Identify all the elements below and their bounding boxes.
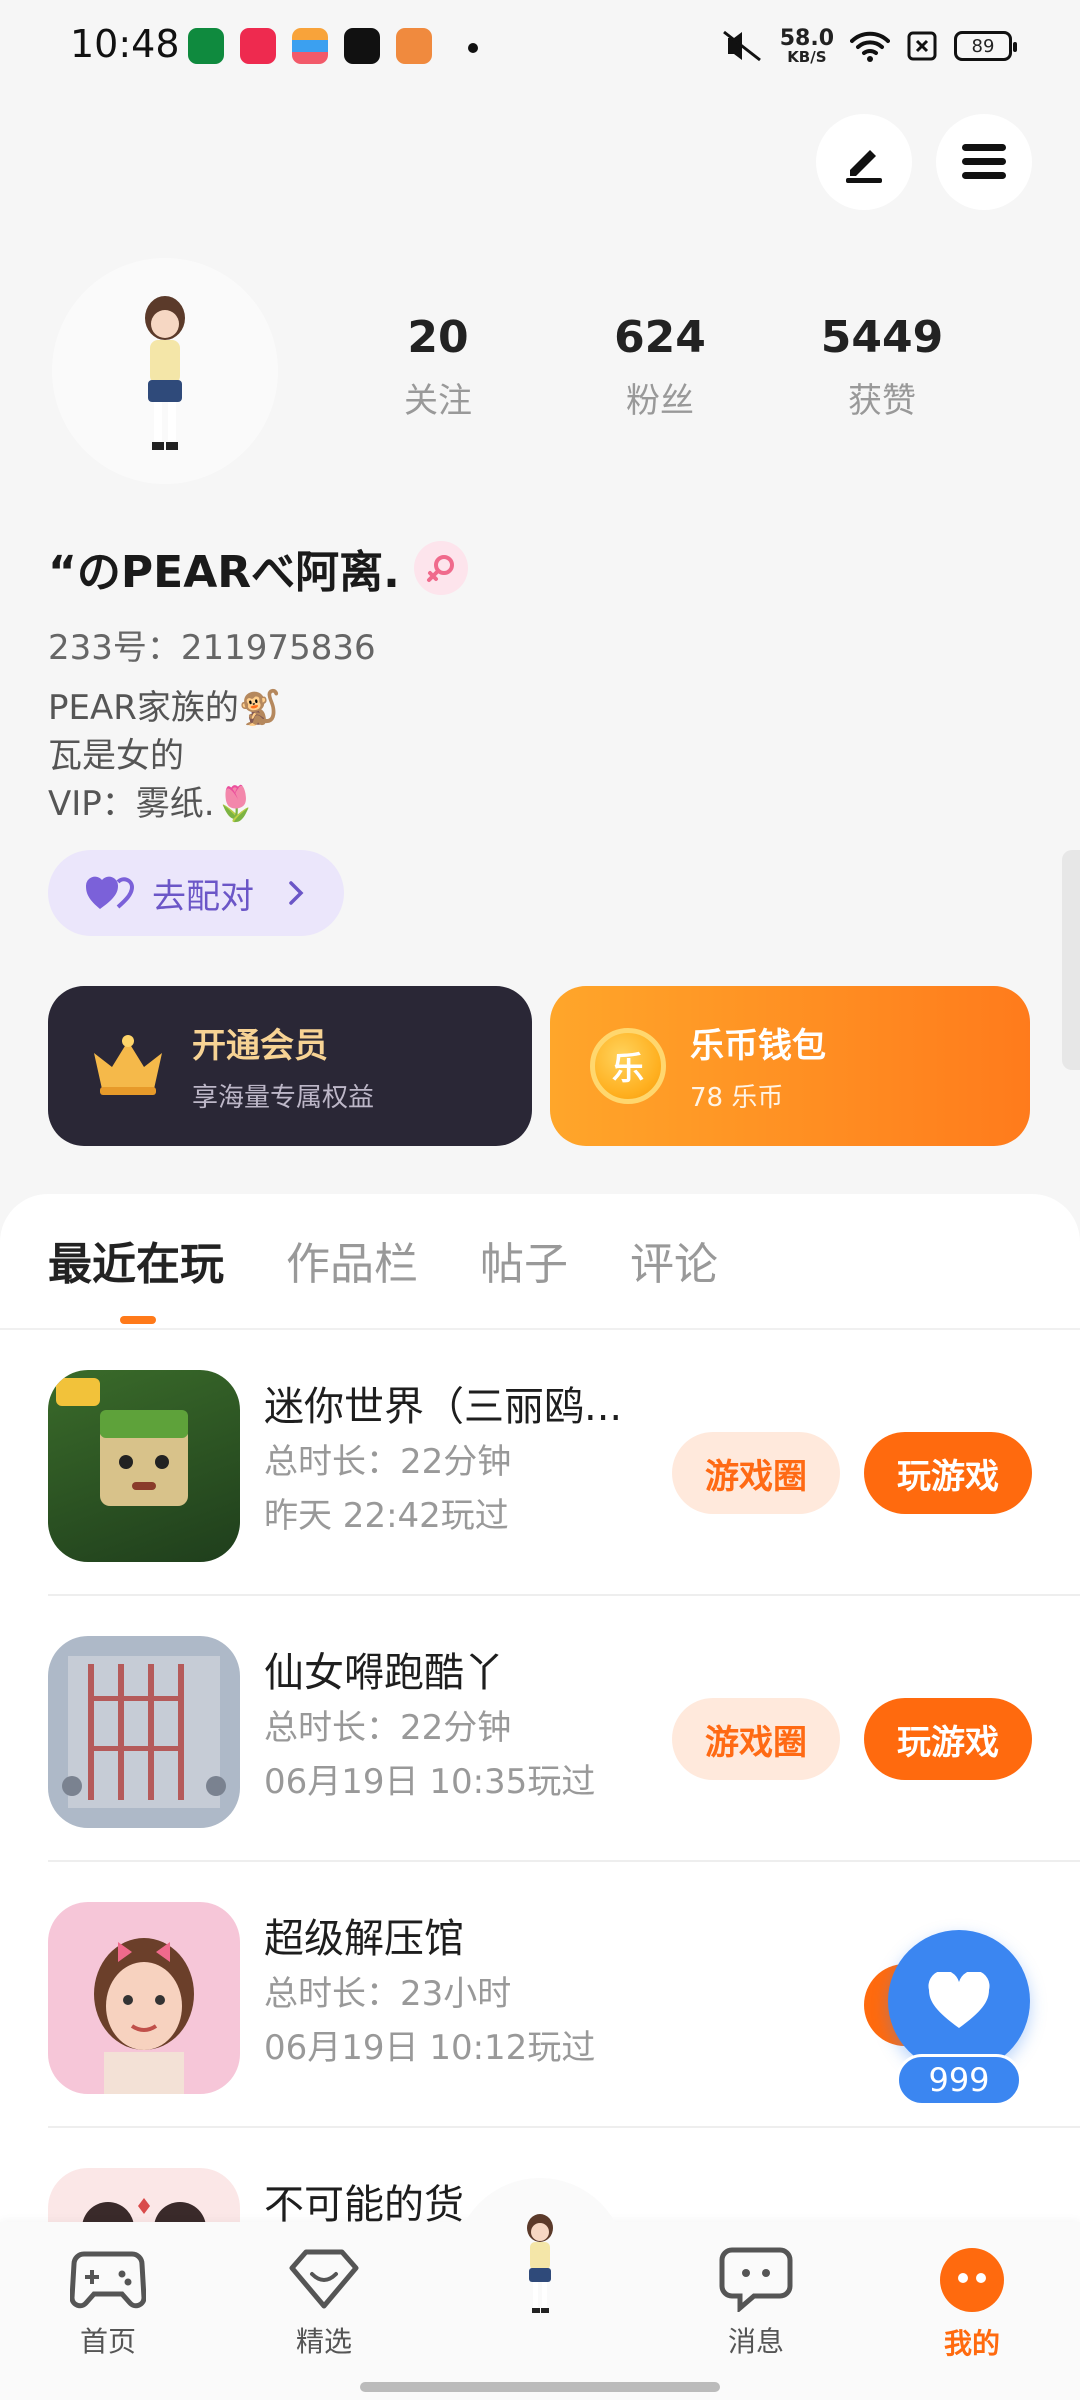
video-app-icon (344, 28, 380, 64)
double-heart-icon (85, 876, 135, 909)
menu-icon (962, 144, 1006, 179)
profile-screen: 10:48 58.0 KB/S 89 20 关注 624 粉丝 5449 获赞 … (0, 0, 1080, 2400)
nav-featured[interactable]: 精选 (264, 2246, 384, 2360)
oppo-app-icon (188, 28, 224, 64)
notification-dot (468, 43, 478, 53)
home-indicator[interactable] (360, 2382, 720, 2392)
nav-home-label: 首页 (79, 2325, 136, 2358)
center-avatar-character-icon (527, 2214, 553, 2313)
stat-fans-value: 624 (614, 312, 706, 363)
status-right: 58.0 KB/S 89 (720, 24, 1017, 68)
bio-line: VIP：雾纸.🌷 (48, 784, 257, 824)
status-time: 10:48 (70, 22, 180, 66)
wallet-card-balance: 78 乐币 (690, 1083, 784, 1113)
play-game-button[interactable]: 玩游戏 (864, 1698, 1032, 1780)
vip-card-title: 开通会员 (192, 1026, 328, 1066)
wallet-app-icon (292, 28, 328, 64)
game-title: 迷你世界（三丽鸥... (264, 1384, 623, 1430)
nav-featured-label: 精选 (295, 2325, 352, 2358)
game-title: 超级解压馆 (264, 1916, 464, 1962)
game-row[interactable]: 仙女嘚跑酷丫 总时长：22分钟 06月19日 10:35玩过 游戏圈 玩游戏 (48, 1596, 1080, 1862)
game-last-played: 06月19日 10:12玩过 (264, 2028, 596, 2068)
nav-messages-label: 消息 (727, 2325, 784, 2358)
vip-card-subtitle: 享海量专属权益 (192, 1083, 375, 1113)
like-count-badge: 999 (896, 2054, 1022, 2106)
nav-messages[interactable]: 消息 (696, 2246, 816, 2360)
gamepad-icon (69, 2251, 147, 2309)
stat-likes[interactable]: 5449 获赞 (802, 312, 962, 422)
tab-bar: 最近在玩 作品栏 帖子 评论 (48, 1228, 718, 1292)
menu-button[interactable] (936, 114, 1032, 210)
wallet-card-title: 乐币钱包 (690, 1026, 826, 1066)
nav-me[interactable]: 我的 (912, 2246, 1032, 2362)
bio-line: 瓦是女的 (48, 736, 184, 776)
net-speed: 58.0 KB/S (779, 25, 834, 66)
stat-fans[interactable]: 624 粉丝 (580, 312, 740, 422)
game-last-played: 06月19日 10:35玩过 (264, 1762, 596, 1802)
game-circle-button[interactable]: 游戏圈 (672, 1432, 840, 1514)
heart-icon (928, 1972, 990, 2028)
stat-likes-label: 获赞 (848, 381, 916, 421)
avatar[interactable] (52, 258, 278, 484)
tab-posts[interactable]: 帖子 (480, 1228, 568, 1292)
game-icon-mini-world[interactable] (48, 1370, 240, 1562)
nickname: “のPEARべ阿离. (48, 547, 400, 598)
user-id-value: 211975836 (180, 628, 376, 668)
active-tab-indicator (120, 1316, 156, 1324)
edit-pen-icon (846, 150, 882, 183)
game-duration: 总时长：22分钟 (264, 1442, 512, 1482)
book-app-icon (396, 28, 432, 64)
chevron-right-icon (289, 881, 304, 905)
user-id-label: 233号： (48, 628, 181, 668)
bio-line: PEAR家族的🐒 (48, 688, 282, 728)
nav-me-label: 我的 (943, 2327, 1000, 2360)
stat-fans-label: 粉丝 (626, 381, 694, 421)
chat-icon (719, 2247, 793, 2314)
stat-following-label: 关注 (404, 381, 472, 421)
side-scroll-handle[interactable] (1062, 850, 1080, 1070)
floating-like-button[interactable] (888, 1930, 1030, 2072)
net-speed-unit: KB/S (787, 47, 827, 66)
nav-home[interactable]: 首页 (48, 2246, 168, 2360)
stat-following-value: 20 (407, 312, 469, 363)
net-speed-value: 58.0 (779, 25, 834, 51)
edit-profile-button[interactable] (816, 114, 912, 210)
no-sim-icon (907, 31, 937, 61)
tab-recent-played[interactable]: 最近在玩 (48, 1228, 224, 1292)
xiaohongshu-app-icon (240, 28, 276, 64)
game-icon-stress-relief[interactable] (48, 1902, 240, 2094)
tab-comments[interactable]: 评论 (630, 1228, 718, 1292)
play-game-button[interactable]: 玩游戏 (864, 1432, 1032, 1514)
battery-indicator: 89 (954, 31, 1017, 61)
pair-button-label: 去配对 (152, 876, 254, 917)
wallet-card[interactable]: 乐 乐币钱包 78 乐币 (550, 986, 1030, 1146)
heart-badge-icon (289, 2249, 359, 2309)
vip-card[interactable]: 开通会员 享海量专属权益 (48, 986, 532, 1146)
tab-works[interactable]: 作品栏 (286, 1228, 418, 1292)
game-row[interactable]: 迷你世界（三丽鸥... 总时长：22分钟 昨天 22:42玩过 游戏圈 玩游戏 (48, 1330, 1080, 1596)
coin-icon: 乐 (590, 1028, 666, 1104)
game-duration: 总时长：22分钟 (264, 1708, 512, 1748)
nav-center-avatar[interactable] (454, 2178, 626, 2350)
stat-likes-value: 5449 (820, 312, 944, 363)
game-circle-button[interactable]: 游戏圈 (672, 1698, 840, 1780)
avatar-character-icon (145, 296, 185, 450)
mute-vibrate-icon (722, 30, 761, 62)
status-bar: 10:48 58.0 KB/S 89 (0, 0, 1080, 96)
me-icon (940, 2248, 1004, 2312)
wifi-icon (850, 31, 890, 62)
bio: PEAR家族的🐒 瓦是女的 VIP：雾纸.🌷 (48, 684, 281, 828)
game-title: 仙女嘚跑酷丫 (264, 1650, 504, 1696)
female-gender-icon (413, 541, 468, 595)
game-last-played: 昨天 22:42玩过 (264, 1496, 509, 1536)
user-id: 233号：211975836 (48, 620, 376, 669)
game-icon-fairy-parkour[interactable] (48, 1636, 240, 1828)
pair-button[interactable]: 去配对 (48, 850, 344, 936)
game-duration: 总时长：23小时 (264, 1974, 512, 2014)
stat-following[interactable]: 20 关注 (358, 312, 518, 422)
crown-icon (94, 1035, 162, 1095)
name-row: “のPEARべ阿离. (48, 536, 468, 600)
